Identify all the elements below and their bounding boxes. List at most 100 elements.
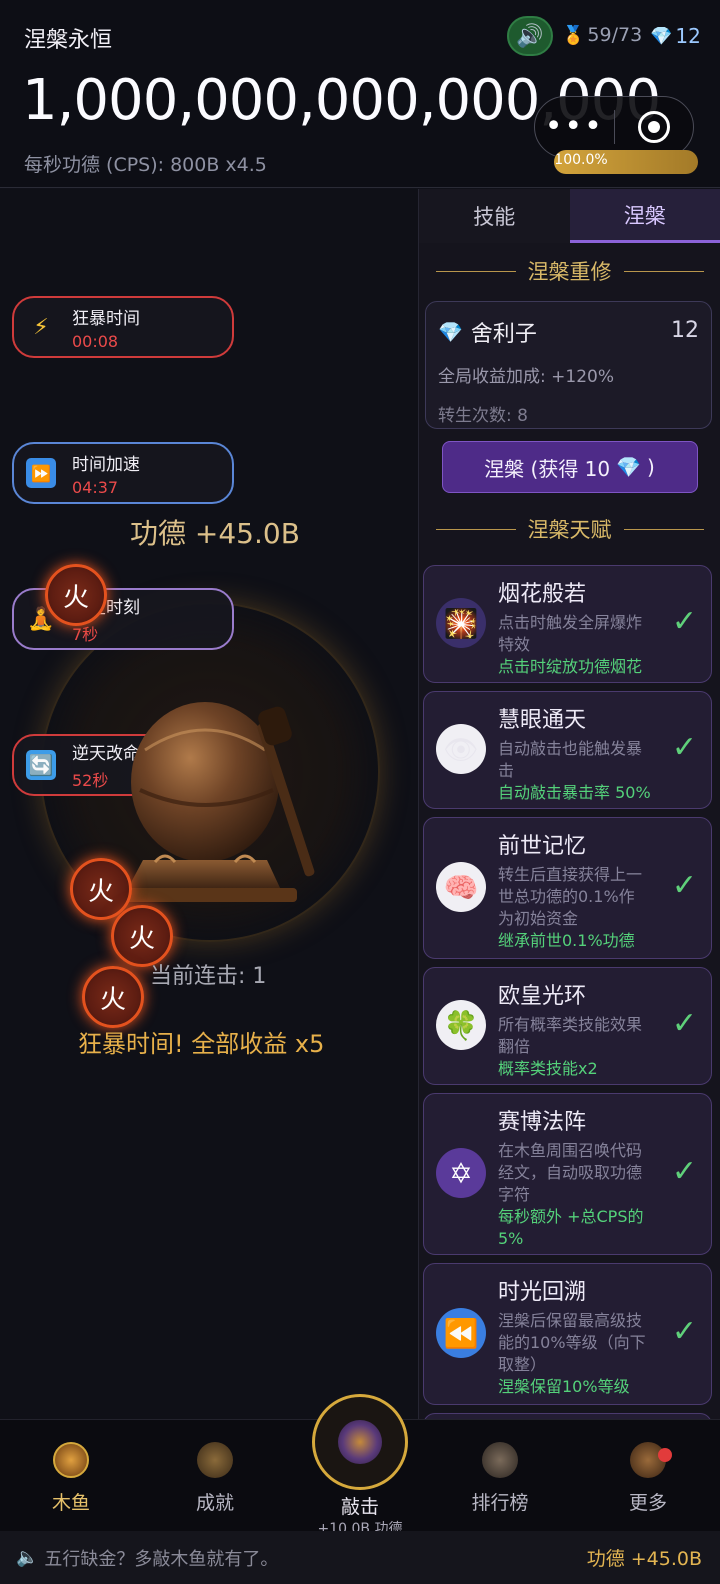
- rewind-icon: ⏪: [436, 1308, 486, 1358]
- diamond-icon: 💎: [438, 320, 463, 344]
- more-options-icon[interactable]: •••: [535, 112, 614, 142]
- ticker-merit: 功德 +45.0B: [586, 1548, 702, 1570]
- check-icon: ✓: [671, 1154, 697, 1189]
- talent-desc: 自动敲击也能触发暴击: [498, 739, 643, 780]
- section-title-text: 涅槃重修: [527, 260, 612, 284]
- gem-counter: 💎 12: [650, 24, 701, 48]
- talent-card[interactable]: ⏪ 时光回溯 涅槃后保留最高级技能的10%等级（向下取整） 涅槃保留10%等级 …: [423, 1263, 712, 1405]
- gem-count: 12: [675, 24, 701, 48]
- strike-icon: [338, 1420, 382, 1464]
- nav-label: 排行榜: [471, 1492, 529, 1514]
- wooden-fish[interactable]: [105, 680, 345, 910]
- check-icon: ✓: [671, 868, 697, 903]
- talent-name: 烟花般若: [498, 582, 587, 607]
- talent-card[interactable]: ✡ 赛博法阵 在木鱼周围召唤代码经文，自动吸取功德字符 每秒额外 +总CPS的5…: [423, 1093, 712, 1255]
- mini-program-capsule: •••: [534, 96, 694, 158]
- check-icon: ✓: [671, 604, 697, 639]
- fire-rune: 火: [45, 564, 107, 626]
- fire-rune: 火: [82, 966, 144, 1028]
- talent-effect: 继承前世0.1%功德: [498, 931, 635, 950]
- diamond-icon: 💎: [616, 455, 642, 479]
- side-panel: 技能 涅槃 涅槃重修 💎 舍利子 12 全局收益加成: +120% 转生次数: 8…: [418, 189, 720, 1419]
- sarira-count: 12: [671, 318, 699, 343]
- talent-name: 时光回溯: [498, 1280, 587, 1305]
- talent-card[interactable]: 🎇 烟花般若 点击时触发全屏爆炸特效 点击时绽放功德烟花 ✓: [423, 565, 712, 683]
- rebirth-count: 转生次数: 8: [438, 406, 528, 426]
- merit-float-text: 功德 +45.0B: [130, 517, 300, 550]
- speaker-icon: 🔈: [16, 1547, 39, 1568]
- speaker-icon: 🔊: [516, 23, 544, 49]
- talent-effect: 涅槃保留10%等级: [498, 1377, 630, 1396]
- check-icon: ✓: [671, 1006, 697, 1041]
- talent-desc: 涅槃后保留最高级技能的10%等级（向下取整）: [498, 1311, 646, 1374]
- nirvana-button[interactable]: 涅槃 (获得 10 💎 ): [441, 441, 698, 493]
- divider: [435, 528, 516, 530]
- global-bonus: 全局收益加成: +120%: [438, 367, 614, 387]
- buff-name: 时间加速: [72, 454, 140, 475]
- frenzy-banner: 狂暴时间! 全部收益 x5: [78, 1030, 325, 1058]
- talent-desc: 点击时触发全屏爆炸特效: [498, 613, 643, 654]
- progress-bar: 100.0%: [554, 150, 698, 174]
- bottom-nav: 木鱼 成就 敲击 +10.0B 功德 排行榜 更多: [0, 1394, 720, 1537]
- buff-name: 狂暴时间: [72, 308, 140, 329]
- check-icon: ✓: [671, 730, 697, 765]
- diamond-icon: 💎: [650, 25, 673, 47]
- nav-label: 更多: [628, 1492, 667, 1514]
- lightning-icon: ⚡: [33, 314, 49, 340]
- notification-dot: [658, 1448, 672, 1462]
- close-miniprogram-button[interactable]: [615, 111, 694, 143]
- talent-section-title: 涅槃天赋: [419, 501, 720, 557]
- nirvana-button-close: ): [647, 455, 655, 479]
- sarira-card: 💎 舍利子 12 全局收益加成: +120% 转生次数: 8: [425, 301, 712, 429]
- nav-leaderboard[interactable]: 排行榜: [430, 1420, 570, 1532]
- nav-wooden-fish[interactable]: 木鱼: [1, 1420, 141, 1532]
- medal-icon: 🏅: [562, 24, 585, 46]
- talent-desc: 所有概率类技能效果翻倍: [498, 1015, 643, 1056]
- talent-effect: 每秒额外 +总CPS的5%: [498, 1207, 644, 1248]
- rebirth-section-title: 涅槃重修: [419, 243, 720, 299]
- talent-effect: 概率类技能x2: [498, 1059, 598, 1078]
- tab-skills[interactable]: 技能: [419, 189, 570, 243]
- ticker-bar: 🔈 五行缺金？多敲木鱼就有了。 功德 +45.0B: [0, 1531, 720, 1584]
- cps-readout: 每秒功德 (CPS): 800B x4.5: [24, 154, 267, 176]
- talent-desc: 转生后直接获得上一世总功德的0.1%作为初始资金: [498, 865, 643, 928]
- section-title-text: 涅槃天赋: [527, 518, 612, 542]
- buff-timer: 04:37: [72, 477, 119, 497]
- nav-label: 木鱼: [51, 1492, 90, 1514]
- talent-card[interactable]: 👁 慧眼通天 自动敲击也能触发暴击 自动敲击暴击率 50% ✓: [423, 691, 712, 809]
- strike-button[interactable]: [312, 1394, 408, 1490]
- divider: [623, 270, 704, 272]
- talent-name: 赛博法阵: [498, 1110, 587, 1135]
- combo-counter: 当前连击: 1: [150, 964, 267, 989]
- wooden-fish-image: [115, 702, 315, 902]
- buff-timer: 00:08: [72, 331, 119, 351]
- talent-effect: 点击时绽放功德烟花: [498, 657, 643, 676]
- leaderboard-icon: [482, 1442, 518, 1478]
- buff-frenzy: ⚡ 狂暴时间 00:08: [12, 296, 234, 358]
- buff-time-accel: ⏩ 时间加速 04:37: [12, 442, 234, 504]
- nav-more[interactable]: 更多: [578, 1420, 718, 1532]
- achievement-count: 59/73: [587, 24, 643, 46]
- eye-icon: 👁: [436, 724, 486, 774]
- nirvana-button-label: 涅槃 (获得 10: [484, 456, 611, 481]
- divider: [623, 528, 704, 530]
- app-title: 涅槃永恒: [24, 28, 113, 53]
- fast-forward-icon: ⏩: [26, 458, 56, 488]
- header: 涅槃永恒 🔊 🏅 59/73 💎 12 1,000,000,000,000,00…: [0, 0, 720, 188]
- brain-icon: 🧠: [436, 862, 486, 912]
- sarira-name: 舍利子: [470, 322, 537, 347]
- talent-effect: 自动敲击暴击率 50%: [498, 783, 651, 802]
- star-of-david-icon: ✡: [436, 1148, 486, 1198]
- nav-achievements[interactable]: 成就: [145, 1420, 285, 1532]
- divider: [435, 270, 516, 272]
- talent-card[interactable]: 🧠 前世记忆 转生后直接获得上一世总功德的0.1%作为初始资金 继承前世0.1%…: [423, 817, 712, 959]
- talent-desc: 在木鱼周围召唤代码经文，自动吸取功德字符: [498, 1141, 643, 1204]
- tab-nirvana[interactable]: 涅槃: [569, 189, 720, 243]
- nav-label: 成就: [195, 1492, 234, 1514]
- sound-toggle-button[interactable]: 🔊: [507, 16, 553, 56]
- target-icon: [637, 111, 670, 143]
- ticker-message: 五行缺金？多敲木鱼就有了。: [44, 1548, 279, 1570]
- talent-card[interactable]: 🍀 欧皇光环 所有概率类技能效果翻倍 概率类技能x2 ✓: [423, 967, 712, 1085]
- cycle-icon: 🔄: [26, 750, 56, 780]
- talent-name: 前世记忆: [498, 834, 587, 859]
